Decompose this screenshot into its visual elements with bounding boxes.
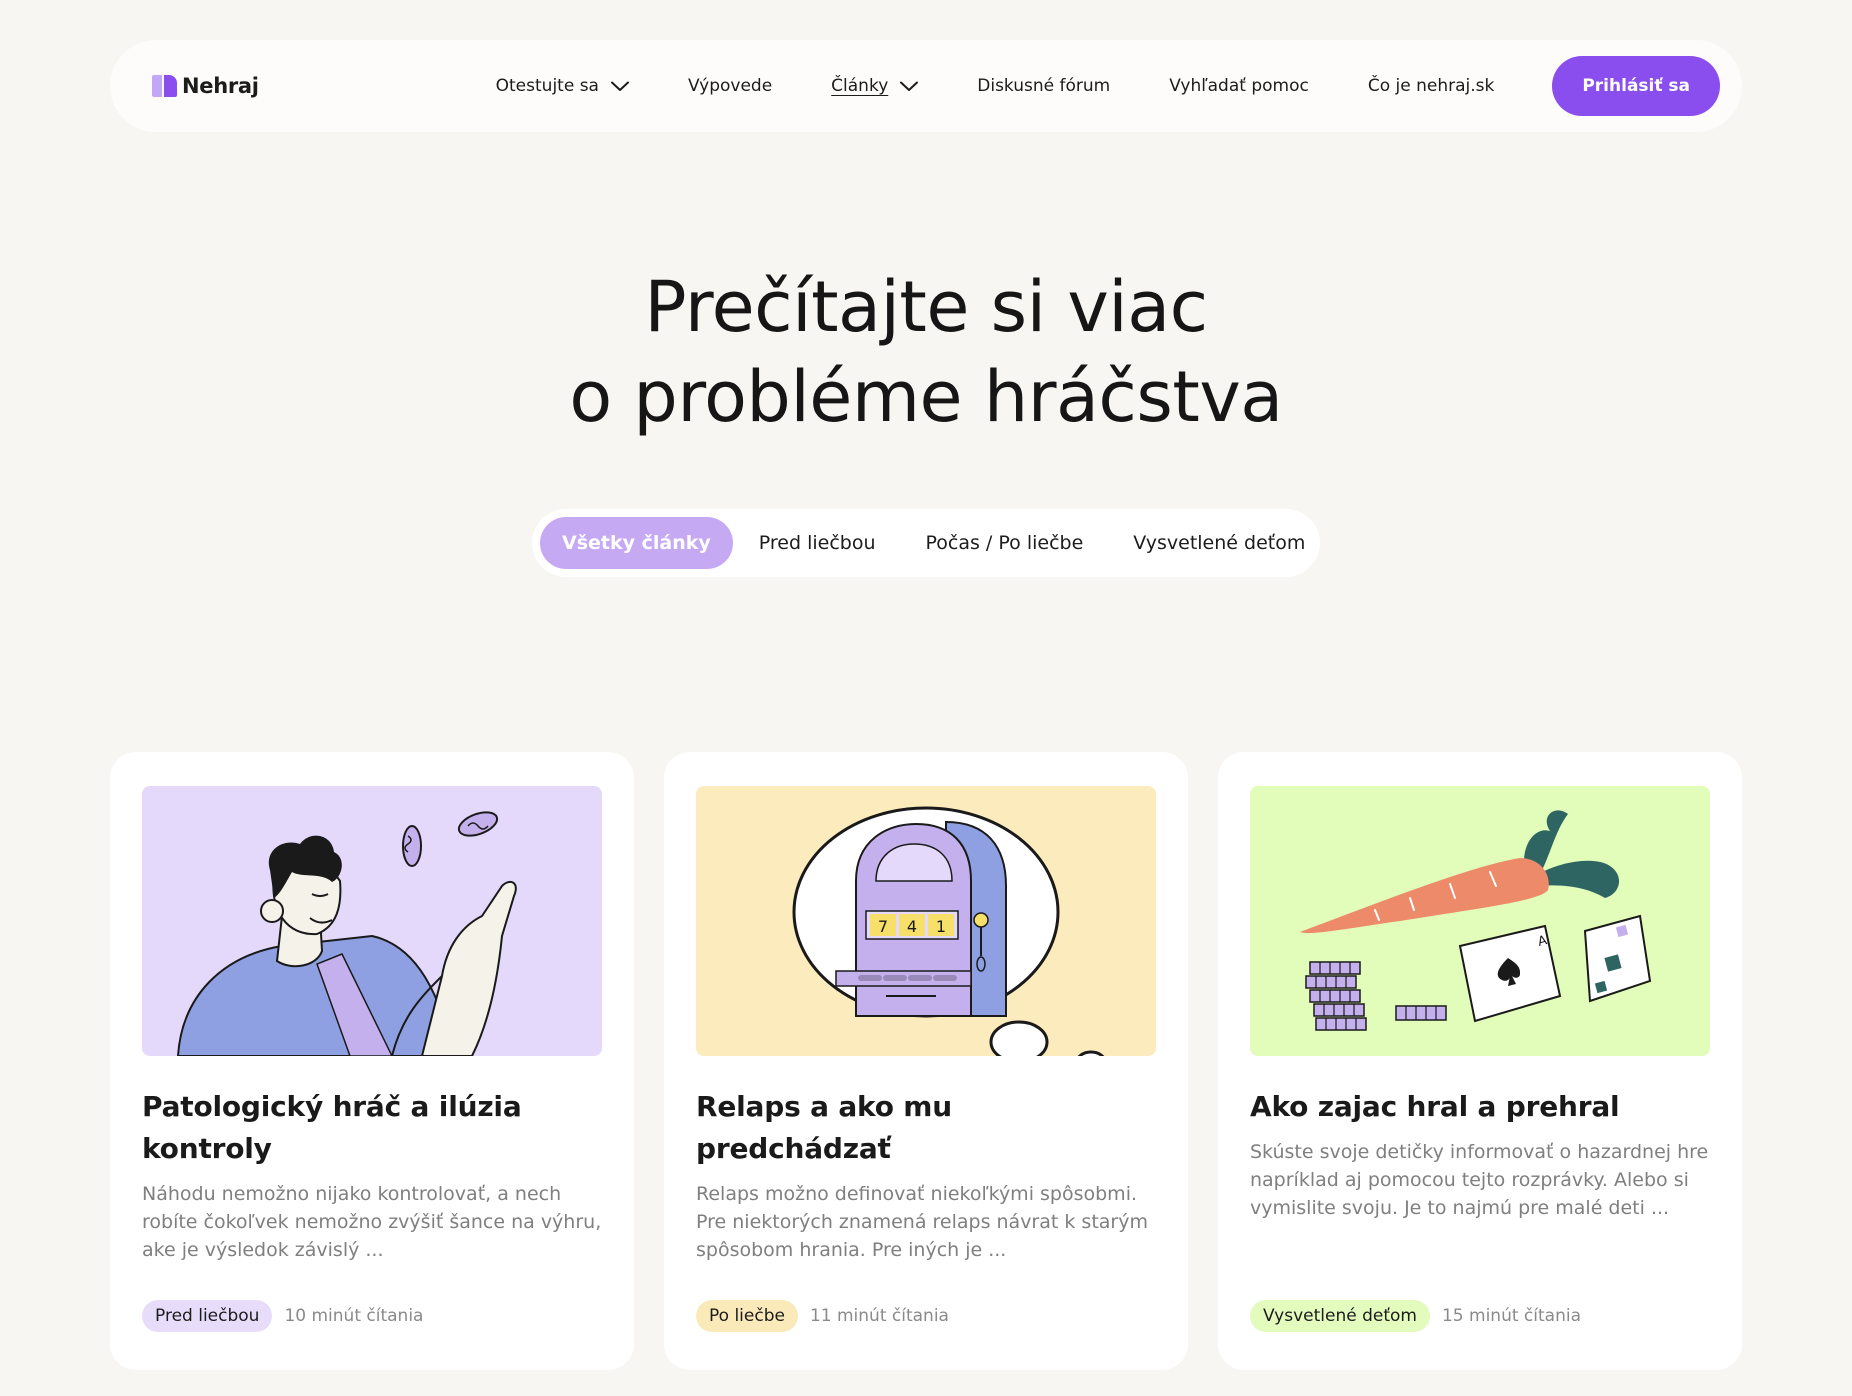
article-excerpt: Náhodu nemožno nijako kontrolovať, a nec… [142, 1183, 602, 1261]
nav-item-vyhladat-pomoc[interactable]: Vyhľadať pomoc [1169, 76, 1309, 96]
nav-item-otestujte-sa[interactable]: Otestujte sa [496, 76, 629, 96]
nav-item-co-je-nehraj[interactable]: Čo je nehraj.sk [1368, 76, 1495, 96]
article-illustration [142, 786, 602, 1056]
article-title[interactable]: Relaps a ako mu predchádzať [696, 1086, 1156, 1170]
slot-reel-2: 4 [907, 917, 917, 936]
tab-pocas-po-liecbe[interactable]: Počas / Po liečbe [904, 517, 1106, 569]
read-time: 10 minút čítania [284, 1306, 424, 1326]
nav-label: Vyhľadať pomoc [1169, 76, 1309, 96]
article-illustration: A [1250, 786, 1710, 1056]
page-title: Prečítajte si viac o probléme hráčstva [0, 262, 1852, 442]
page-title-line-1: Prečítajte si viac [644, 266, 1208, 348]
nav-item-diskusne-forum[interactable]: Diskusné fórum [977, 76, 1110, 96]
nav-label: Čo je nehraj.sk [1367, 76, 1495, 96]
article-card[interactable]: Patologický hráč a ilúzia kontroly Náhod… [110, 752, 634, 1370]
carrot-and-cards-illustration: A [1250, 786, 1710, 1056]
article-illustration: 7 4 1 [696, 786, 1156, 1056]
article-card[interactable]: A Ako zajac hral a prehral Skúste svoje … [1218, 752, 1742, 1370]
nav-item-vypovede[interactable]: Výpovede [688, 76, 772, 96]
logo[interactable]: Nehraj [152, 74, 259, 98]
article-excerpt: Relaps možno definovať niekoľkými spôsob… [696, 1183, 1148, 1261]
category-badge[interactable]: Po liečbe [696, 1300, 798, 1332]
nav-label: Výpovede [687, 76, 773, 96]
main-nav: Otestujte sa Výpovede Články Diskusné fó… [496, 76, 1495, 96]
chevron-down-icon [900, 81, 919, 91]
nav-label: Články [831, 76, 889, 96]
logo-text: Nehraj [182, 74, 259, 98]
tab-pred-liecbou[interactable]: Pred liečbou [737, 517, 898, 569]
slot-machine-thought-illustration: 7 4 1 [696, 786, 1156, 1056]
person-juggling-coins-illustration [142, 786, 602, 1056]
chevron-down-icon [610, 81, 629, 91]
article-title[interactable]: Patologický hráč a ilúzia kontroly [142, 1086, 602, 1170]
article-meta: Vysvetlené deťom 15 minút čítania [1250, 1300, 1581, 1332]
category-badge[interactable]: Vysvetlené deťom [1250, 1300, 1430, 1332]
slot-reel-3: 1 [936, 917, 946, 936]
hero: Prečítajte si viac o probléme hráčstva [0, 262, 1852, 442]
nav-label: Diskusné fórum [977, 76, 1111, 96]
category-badge[interactable]: Pred liečbou [142, 1300, 273, 1332]
read-time: 11 minút čítania [809, 1306, 949, 1326]
page-title-line-2: o probléme hráčstva [569, 356, 1283, 438]
login-button[interactable]: Prihlásiť sa [1552, 56, 1720, 116]
article-meta: Po liečbe 11 minút čítania [696, 1300, 949, 1332]
tab-vysvetlene-detom[interactable]: Vysvetlené deťom [1111, 517, 1327, 569]
logo-mark-icon [152, 75, 177, 97]
article-list: Patologický hráč a ilúzia kontroly Náhod… [110, 752, 1742, 1370]
article-card[interactable]: 7 4 1 Relaps a ako mu predchádzať Relaps… [664, 752, 1188, 1370]
read-time: 15 minút čítania [1441, 1306, 1581, 1326]
article-meta: Pred liečbou 10 minút čítania [142, 1300, 423, 1332]
top-navbar: Nehraj Otestujte sa Výpovede Články Disk… [110, 40, 1742, 132]
nav-item-clanky[interactable]: Články [831, 76, 919, 96]
slot-reel-1: 7 [878, 917, 888, 936]
article-excerpt: Skúste svoje detičky informovať o hazard… [1250, 1141, 1709, 1219]
tab-vsetky-clanky[interactable]: Všetky články [540, 517, 733, 569]
nav-label: Otestujte sa [495, 76, 599, 96]
article-title[interactable]: Ako zajac hral a prehral [1250, 1086, 1710, 1128]
article-filter-tabs: Všetky články Pred liečbou Počas / Po li… [532, 509, 1320, 577]
